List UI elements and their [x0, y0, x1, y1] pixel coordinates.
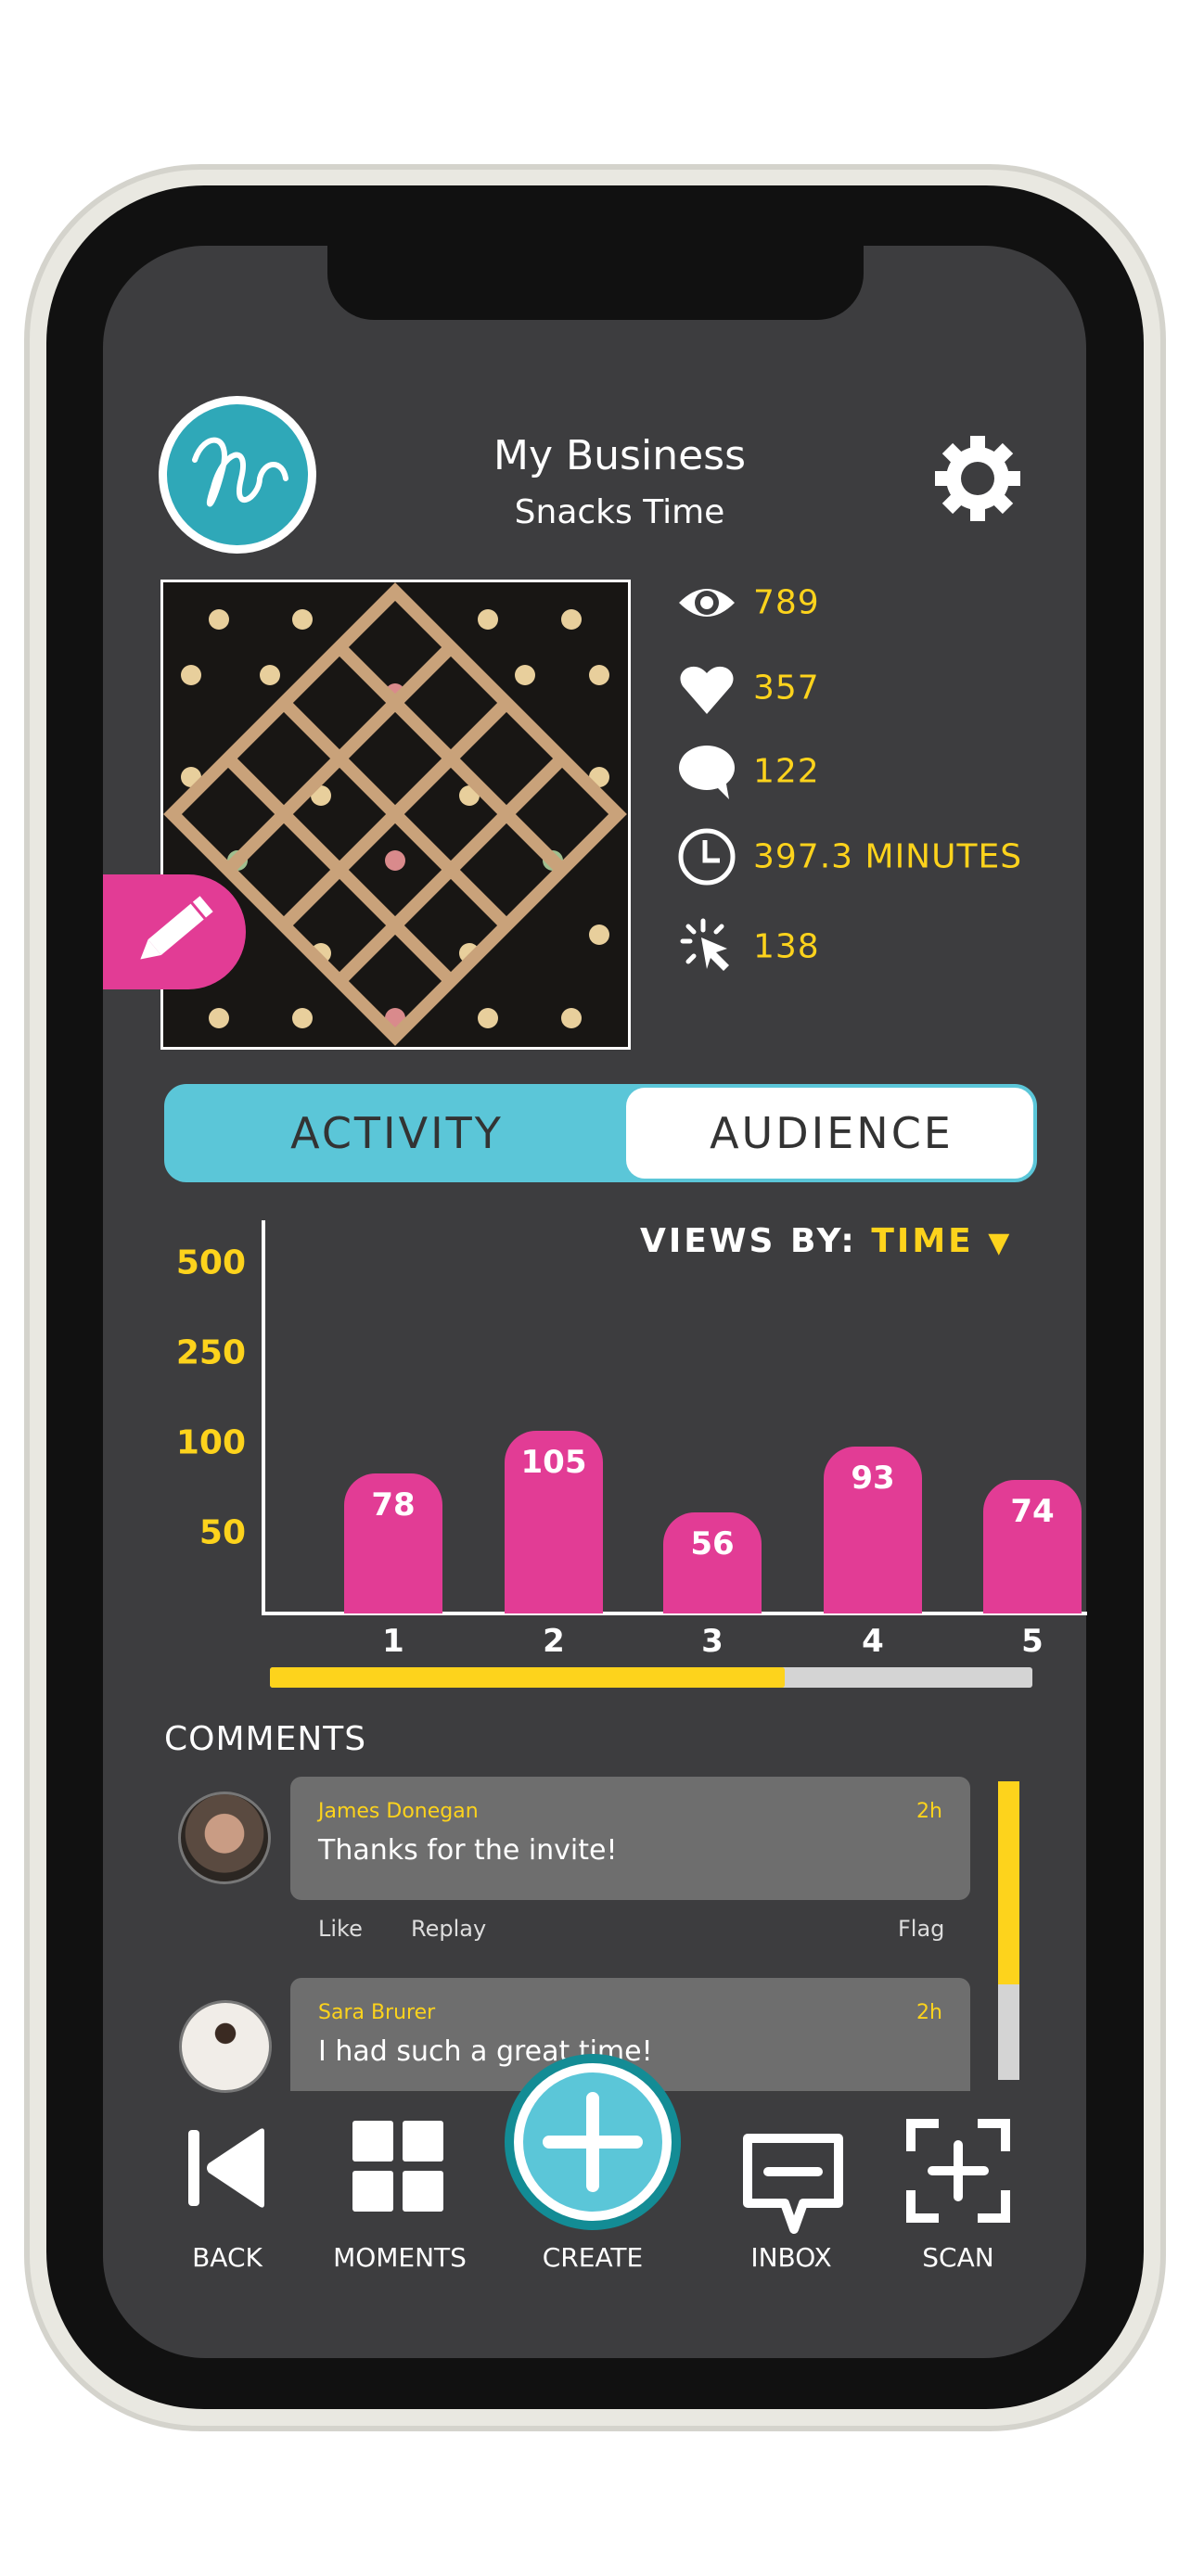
comment-icon	[677, 742, 736, 801]
chart-scroll-thumb[interactable]	[270, 1667, 785, 1688]
comment-time: 2h	[916, 1800, 942, 1823]
comment-author[interactable]: James Donegan	[318, 1800, 479, 1823]
x-tick-label: 2	[543, 1623, 565, 1660]
x-tick-label: 3	[701, 1623, 724, 1660]
comments-scrollbar[interactable]	[998, 1781, 1019, 2080]
bar[interactable]: 74	[983, 1480, 1082, 1613]
page-title: My Business	[493, 432, 746, 479]
clock-icon	[677, 827, 736, 886]
tab-bar: ACTIVITY AUDIENCE	[164, 1084, 1037, 1182]
bar-value-label: 56	[690, 1525, 735, 1563]
comments-count: 122	[753, 752, 820, 791]
time-spent: 397.3 MINUTES	[753, 837, 1023, 876]
y-tick-label: 250	[175, 1333, 246, 1372]
comment-text: Thanks for the invite!	[318, 1834, 618, 1867]
message-icon	[743, 2134, 843, 2234]
nav-label-back[interactable]: BACK	[134, 2242, 320, 2273]
x-tick-label: 1	[382, 1623, 404, 1660]
scan-button[interactable]	[906, 2119, 1010, 2223]
back-icon	[188, 2128, 264, 2208]
x-tick-label: 5	[1021, 1623, 1044, 1660]
page-subtitle: Snacks Time	[514, 493, 725, 531]
business-logo[interactable]	[159, 396, 316, 554]
tab-activity[interactable]: ACTIVITY	[168, 1088, 626, 1179]
bar[interactable]: 93	[824, 1446, 922, 1613]
bar[interactable]: 105	[505, 1430, 603, 1613]
clicks-count: 138	[753, 927, 820, 966]
nav-label-scan[interactable]: SCAN	[865, 2242, 1051, 2273]
inbox-button[interactable]	[742, 2133, 844, 2235]
scan-icon	[906, 2119, 1010, 2223]
grid-icon	[352, 2121, 443, 2212]
likes-count: 357	[753, 669, 820, 708]
bar-value-label: 105	[520, 1443, 587, 1481]
moments-button[interactable]	[352, 2121, 445, 2213]
eye-icon	[677, 573, 736, 632]
comment-time: 2h	[916, 2001, 942, 2024]
y-tick-label: 50	[198, 1513, 246, 1552]
tab-audience[interactable]: AUDIENCE	[626, 1088, 1033, 1179]
chart-scroll-track[interactable]	[270, 1667, 1032, 1688]
views-count: 789	[753, 583, 820, 622]
gear-icon[interactable]	[931, 432, 1024, 525]
flag-button[interactable]: Flag	[898, 1916, 944, 1942]
click-icon	[677, 917, 736, 976]
avatar[interactable]	[179, 2000, 272, 2093]
bar-value-label: 93	[851, 1459, 895, 1497]
views-by-dropdown[interactable]: VIEWS BY: TIME ▼	[640, 1222, 1012, 1260]
y-axis	[262, 1220, 265, 1615]
x-tick-label: 4	[862, 1623, 884, 1660]
nav-label-moments[interactable]: MOMENTS	[307, 2242, 493, 2273]
comments-heading: COMMENTS	[164, 1720, 367, 1758]
nav-label-create[interactable]: CREATE	[500, 2242, 685, 2273]
views-by-value: TIME	[871, 1222, 974, 1260]
comments-scroll-thumb[interactable]	[998, 1781, 1019, 1984]
bar[interactable]: 56	[663, 1512, 762, 1613]
plus-icon	[523, 2072, 662, 2212]
pencil-icon	[140, 896, 213, 960]
bar-value-label: 74	[1010, 1493, 1055, 1531]
reply-button[interactable]: Replay	[411, 1916, 486, 1942]
y-tick-label: 500	[175, 1243, 246, 1282]
avatar[interactable]	[178, 1792, 271, 1884]
views-by-label: VIEWS BY:	[640, 1222, 857, 1260]
comment-card: James Donegan 2h Thanks for the invite!	[290, 1777, 970, 1900]
comment-author[interactable]: Sara Brurer	[318, 2001, 435, 2024]
notch	[327, 236, 864, 320]
nav-label-inbox[interactable]: INBOX	[698, 2242, 884, 2273]
edit-button[interactable]	[103, 874, 246, 989]
heart-icon	[677, 658, 736, 718]
create-button[interactable]	[505, 2054, 681, 2230]
chevron-down-icon: ▼	[988, 1227, 1013, 1259]
like-button[interactable]: Like	[318, 1916, 363, 1942]
bar-value-label: 78	[371, 1486, 416, 1524]
bar[interactable]: 78	[344, 1473, 442, 1613]
y-tick-label: 100	[175, 1423, 246, 1462]
